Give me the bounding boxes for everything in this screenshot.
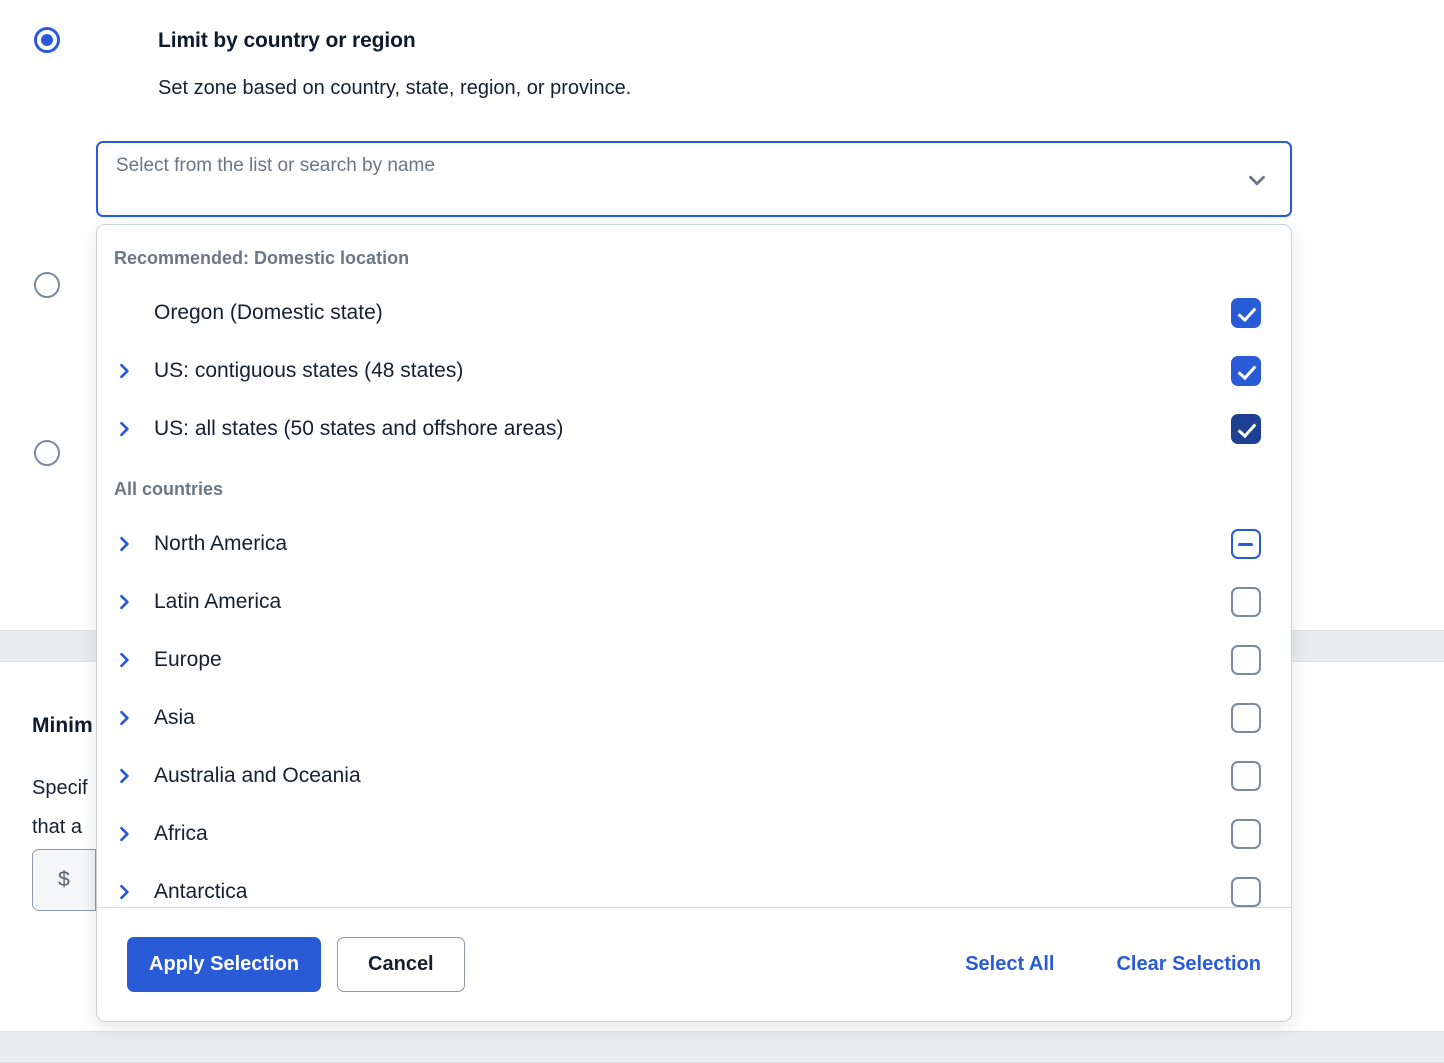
checkbox-unchecked[interactable] <box>1231 587 1261 617</box>
radio-indicator-unselected[interactable] <box>34 272 60 298</box>
radio-option-title: Limit by country or region <box>158 29 416 52</box>
checkbox-indeterminate[interactable] <box>1231 529 1261 559</box>
radio-indicator-unselected[interactable] <box>34 440 60 466</box>
radio-option-description: Set zone based on country, state, region… <box>158 77 632 99</box>
list-item[interactable]: US: contiguous states (48 states) <box>97 342 1291 400</box>
list-item[interactable]: Europe <box>97 631 1291 689</box>
list-item-label: Australia and Oceania <box>154 764 361 787</box>
list-item[interactable]: Latin America <box>97 573 1291 631</box>
radio-option-3[interactable] <box>34 440 60 466</box>
checkbox-unchecked[interactable] <box>1231 645 1261 675</box>
list-item-label: Latin America <box>154 590 282 613</box>
clear-selection-link[interactable]: Clear Selection <box>1116 953 1261 976</box>
radio-indicator-selected[interactable] <box>34 27 60 53</box>
list-item[interactable]: Antarctica <box>97 863 1291 907</box>
section-heading-minimum: Minim <box>32 714 93 737</box>
list-item-label: Africa <box>154 822 208 845</box>
checkbox-unchecked[interactable] <box>1231 877 1261 907</box>
group-header-all-countries: All countries <box>114 479 224 499</box>
chevron-right-icon[interactable] <box>114 419 154 439</box>
section-paragraph-line-2: that a <box>32 816 83 838</box>
radio-option-limit-by-country-or-region[interactable] <box>34 27 60 53</box>
section-paragraph-line-1: Specif <box>32 777 88 799</box>
chevron-right-icon[interactable] <box>114 650 154 670</box>
list-item[interactable]: Africa <box>97 805 1291 863</box>
list-item[interactable]: Asia <box>97 689 1291 747</box>
page-bottom-band <box>0 1031 1444 1063</box>
checkbox-unchecked[interactable] <box>1231 703 1261 733</box>
list-item-label: Europe <box>154 648 222 671</box>
group-header-recommended: Recommended: Domestic location <box>114 248 410 268</box>
dropdown-option-list[interactable]: Recommended: Domestic location Oregon (D… <box>97 225 1291 907</box>
checkbox-checked[interactable] <box>1231 298 1261 328</box>
radio-option-2[interactable] <box>34 272 60 298</box>
list-item-label: North America <box>154 532 288 555</box>
list-item-label: Oregon (Domestic state) <box>154 301 383 324</box>
cancel-button[interactable]: Cancel <box>337 937 465 992</box>
chevron-right-icon[interactable] <box>114 534 154 554</box>
currency-prefix: $ <box>33 850 96 910</box>
radio-option-body: Limit by country or region Set zone base… <box>158 28 631 101</box>
select-placeholder: Select from the list or search by name <box>116 155 435 176</box>
country-region-dropdown-panel: Recommended: Domestic location Oregon (D… <box>96 224 1292 1022</box>
country-region-select[interactable]: Select from the list or search by name <box>96 141 1292 217</box>
list-item[interactable]: North America <box>97 515 1291 573</box>
list-item[interactable]: Oregon (Domestic state) <box>97 284 1291 342</box>
checkbox-checked-active[interactable] <box>1231 414 1261 444</box>
list-item[interactable]: US: all states (50 states and offshore a… <box>97 400 1291 458</box>
select-all-link[interactable]: Select All <box>965 953 1054 976</box>
checkbox-unchecked[interactable] <box>1231 819 1261 849</box>
apply-selection-button[interactable]: Apply Selection <box>127 937 322 992</box>
list-item[interactable]: Australia and Oceania <box>97 747 1291 805</box>
chevron-right-icon[interactable] <box>114 361 154 381</box>
checkbox-unchecked[interactable] <box>1231 761 1261 791</box>
checkbox-checked[interactable] <box>1231 356 1261 386</box>
chevron-right-icon[interactable] <box>114 766 154 786</box>
chevron-right-icon[interactable] <box>114 824 154 844</box>
list-item-label: US: all states (50 states and offshore a… <box>154 417 564 440</box>
chevron-right-icon[interactable] <box>114 708 154 728</box>
dropdown-footer: Apply Selection Cancel Select All Clear … <box>97 907 1291 1021</box>
list-item-label: US: contiguous states (48 states) <box>154 359 464 382</box>
list-item-label: Asia <box>154 706 195 729</box>
chevron-right-icon[interactable] <box>114 592 154 612</box>
chevron-down-icon[interactable] <box>1244 167 1270 193</box>
list-item-label: Antarctica <box>154 880 248 903</box>
chevron-right-icon[interactable] <box>114 882 154 902</box>
